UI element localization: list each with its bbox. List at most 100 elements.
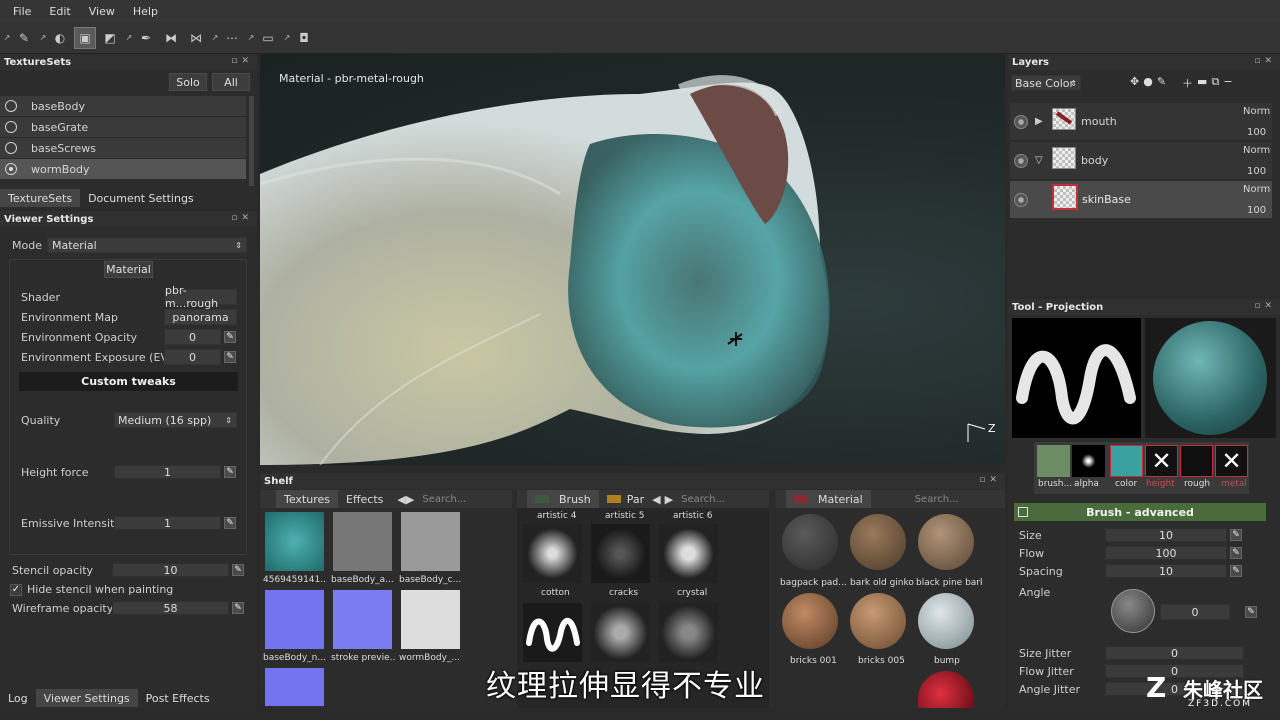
edit-pen-icon[interactable]: ✎ (224, 351, 236, 363)
menu-file[interactable]: File (4, 5, 40, 18)
layer-opacity[interactable]: 100 (1247, 127, 1266, 138)
alpha-channel-thumb[interactable] (1072, 445, 1105, 477)
material-ball[interactable] (850, 593, 906, 649)
material-ball[interactable] (782, 514, 838, 570)
height-channel-thumb[interactable]: ✕ (1145, 445, 1178, 477)
texture-thumb[interactable] (401, 590, 460, 649)
material-ball[interactable] (918, 514, 974, 570)
brush-advanced-header[interactable]: Brush - advanced (1014, 503, 1266, 521)
mask-icon[interactable]: ● (1143, 75, 1153, 91)
clone-icon[interactable]: ⧓ (160, 27, 182, 49)
panel-controls-icon[interactable]: ▫✕ (231, 56, 253, 66)
solo-button[interactable]: Solo (169, 73, 207, 91)
material-ball[interactable] (782, 593, 838, 649)
texture-thumb[interactable] (265, 512, 324, 571)
brush-thumb[interactable] (659, 603, 718, 662)
eraser-icon[interactable]: ◐ (49, 27, 71, 49)
tab-par[interactable]: Par (599, 490, 652, 508)
popout-icon[interactable]: ↗ (210, 27, 220, 49)
edit-pen-icon[interactable]: ✎ (1230, 547, 1242, 559)
folder-open-icon[interactable]: ▽ (1035, 155, 1043, 166)
emissive-slider[interactable]: 1 (114, 516, 221, 530)
scrollbar[interactable] (249, 96, 254, 186)
textureset-item-selected[interactable]: wormBody (0, 159, 246, 180)
menu-help[interactable]: Help (124, 5, 167, 18)
radio-icon[interactable] (5, 142, 17, 154)
menu-edit[interactable]: Edit (40, 5, 79, 18)
brush-thumb-selected[interactable] (523, 603, 582, 662)
tab-viewer-settings[interactable]: Viewer Settings (35, 689, 138, 707)
arrow-left-icon[interactable]: ◀ (397, 493, 405, 506)
mirror-icon[interactable]: ⋯ (221, 27, 243, 49)
popout-icon[interactable]: ↗ (38, 27, 48, 49)
edit-pen-icon[interactable]: ✎ (1245, 606, 1257, 618)
panel-controls-icon[interactable]: ▫✕ (1254, 301, 1276, 311)
projection-tool-icon[interactable]: ▣ (74, 26, 96, 49)
texture-thumb[interactable] (333, 590, 392, 649)
visibility-eye-icon[interactable] (1014, 115, 1028, 129)
height-force-slider[interactable]: 1 (114, 465, 221, 479)
tab-log[interactable]: Log (0, 689, 36, 707)
layer-blend[interactable]: Norm (1243, 106, 1270, 117)
layer-row[interactable]: ▽ body Norm 100 (1010, 142, 1272, 180)
paint-brush-icon[interactable]: ✎ (13, 27, 35, 49)
material-ball[interactable] (918, 593, 974, 649)
material-button[interactable]: Material (104, 261, 153, 278)
tab-material[interactable]: Material (786, 490, 871, 508)
angle-dial[interactable] (1111, 589, 1155, 633)
angle-input[interactable]: 0 (1160, 604, 1230, 620)
shader-select[interactable]: pbr-m...rough (164, 284, 237, 310)
layer-row[interactable]: ▶ mouth Norm 100 (1010, 103, 1272, 141)
all-button[interactable]: All (212, 73, 250, 91)
edit-pen-icon[interactable]: ✎ (1230, 565, 1242, 577)
radio-icon[interactable] (5, 100, 17, 112)
textureset-item[interactable]: baseScrews (0, 138, 246, 159)
env-exposure-input[interactable]: 0 (164, 349, 221, 365)
texture-thumb[interactable] (333, 512, 392, 571)
arrow-left-icon[interactable]: ◀ (652, 493, 660, 506)
edit-pen-icon[interactable]: ✎ (224, 517, 236, 529)
effects-icon[interactable]: ✥ (1130, 75, 1139, 91)
edit-pen-icon[interactable]: ✎ (232, 564, 244, 576)
folder-icon[interactable]: ▬ (1197, 75, 1207, 91)
textureset-item[interactable]: baseBody (0, 96, 246, 117)
hide-stencil-checkbox[interactable]: ✓ (10, 584, 22, 596)
spacing-slider[interactable]: 10 (1105, 564, 1227, 578)
env-opacity-input[interactable]: 0 (164, 329, 221, 345)
collapse-checkbox[interactable] (1018, 507, 1028, 517)
texture-thumb[interactable] (265, 590, 324, 649)
tab-textures[interactable]: Textures (276, 490, 338, 508)
folder-icon[interactable]: ▶ (1035, 116, 1043, 127)
layer-blend[interactable]: Norm (1243, 145, 1270, 156)
popout-icon[interactable]: ↗ (2, 27, 12, 49)
panel-controls-icon[interactable]: ▫✕ (1254, 56, 1276, 66)
radio-icon[interactable] (5, 121, 17, 133)
search-input[interactable]: Search... (681, 494, 725, 505)
tab-texturesets[interactable]: TextureSets (0, 189, 81, 207)
polygon-fill-icon[interactable]: ◩ (99, 27, 121, 49)
layer-opacity[interactable]: 100 (1247, 205, 1266, 216)
color-channel-thumb[interactable] (1110, 445, 1143, 477)
tab-brush[interactable]: Brush (527, 490, 599, 508)
popout-icon[interactable]: ↗ (282, 27, 292, 49)
search-input[interactable]: Search... (422, 494, 466, 505)
popout-icon[interactable]: ↗ (246, 27, 256, 49)
3d-viewport[interactable]: Material - pbr-metal-rough Z (260, 54, 1005, 465)
brush-thumb[interactable] (591, 524, 650, 583)
tab-effects[interactable]: Effects (338, 490, 391, 508)
menu-view[interactable]: View (80, 5, 124, 18)
mode-select[interactable]: Material ⇕ (47, 237, 247, 253)
panel-controls-icon[interactable]: ▫✕ (231, 213, 253, 223)
size-slider[interactable]: 10 (1105, 528, 1227, 542)
panel-controls-icon[interactable]: ▫✕ (979, 475, 1001, 485)
texture-thumb[interactable] (265, 668, 324, 706)
textureset-item[interactable]: baseGrate (0, 117, 246, 138)
radio-icon[interactable] (5, 163, 17, 175)
channel-select[interactable]: Base Color ⇕ (1011, 75, 1081, 91)
arrow-right-icon[interactable]: ▶ (406, 493, 414, 506)
layer-row-selected[interactable]: skinBase Norm 100 (1010, 181, 1272, 219)
visibility-eye-icon[interactable] (1014, 193, 1028, 207)
worm-model[interactable] (260, 54, 1005, 465)
material-ball[interactable] (918, 671, 974, 708)
metal-channel-thumb[interactable]: ✕ (1215, 445, 1248, 477)
